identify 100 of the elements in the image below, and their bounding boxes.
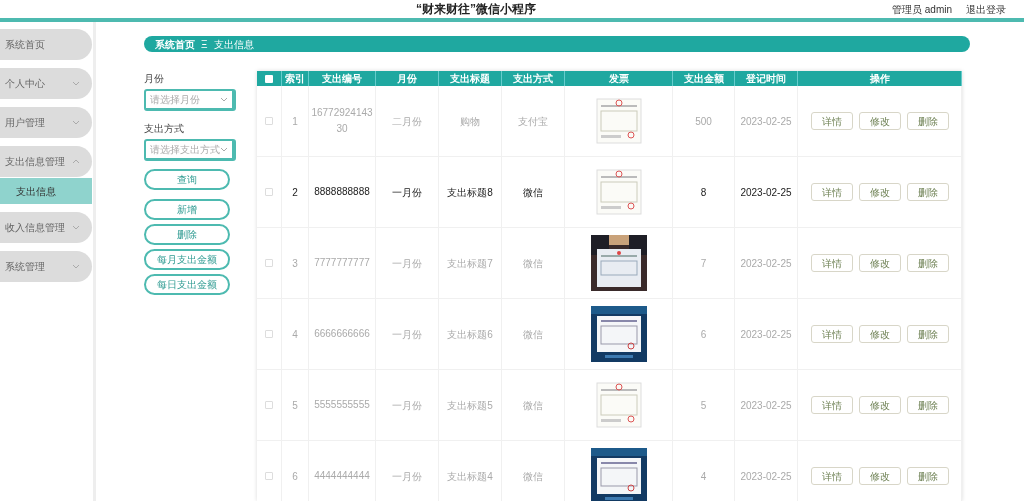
- table-cell-text: 7777777777: [314, 256, 370, 271]
- row-action-button[interactable]: 修改: [858, 183, 901, 202]
- table-cell-text: 2023-02-25: [740, 327, 792, 342]
- table-cell-text: 2023-02-25: [740, 114, 792, 129]
- sidebar-item[interactable]: 系统首页: [0, 29, 92, 60]
- table-cell-text: 6: [292, 469, 298, 484]
- column-header: 支出方式: [502, 71, 565, 87]
- row-action-button[interactable]: 删除: [906, 396, 949, 415]
- chevron-up-icon: [72, 159, 80, 164]
- column-header: 操作: [798, 71, 962, 87]
- row-action-button[interactable]: 详情: [810, 112, 853, 131]
- filter-label: 月份: [144, 72, 165, 87]
- table-cell-text: 2: [292, 185, 298, 200]
- table-cell-text: 一月份: [392, 185, 422, 200]
- row-action-button[interactable]: 详情: [810, 396, 853, 415]
- row-action-button[interactable]: 详情: [810, 183, 853, 202]
- row-action-button[interactable]: 修改: [858, 467, 901, 486]
- row-action-button[interactable]: 删除: [906, 183, 949, 202]
- column-header: 支出金额: [673, 71, 735, 87]
- chevron-down-icon: [72, 120, 80, 125]
- logout-link[interactable]: 退出登录: [966, 1, 1006, 17]
- action-button[interactable]: 删除: [144, 224, 230, 246]
- column-header: 支出标题: [439, 71, 502, 87]
- sidebar-subitem[interactable]: 支出信息: [0, 178, 92, 204]
- sidebar-item[interactable]: 用户管理: [0, 107, 92, 138]
- admin-label: 管理员 admin: [892, 2, 952, 17]
- row-checkbox[interactable]: [265, 472, 273, 481]
- table-cell-text: 2023-02-25: [740, 398, 792, 413]
- sidebar-item[interactable]: 支出信息管理: [0, 146, 92, 177]
- table-cell-text: 7: [700, 256, 707, 271]
- table-cell-text: 2023-02-25: [740, 185, 792, 200]
- row-action-button[interactable]: 删除: [906, 112, 949, 131]
- chevron-down-icon: [220, 97, 228, 103]
- row-action-button[interactable]: 修改: [858, 254, 901, 273]
- table-cell-text: 微信: [523, 469, 543, 484]
- filter-label: 支出方式: [144, 122, 185, 137]
- row-action-button[interactable]: 详情: [810, 467, 853, 486]
- table-cell-text: 微信: [523, 256, 543, 271]
- row-action-button[interactable]: 删除: [906, 467, 949, 486]
- table-cell-text: 支出标题4: [447, 469, 493, 484]
- row-action-button[interactable]: 修改: [858, 112, 901, 131]
- column-header: 登记时间: [735, 71, 798, 87]
- app-title: “财来财往”微信小程序: [416, 1, 536, 18]
- row-checkbox[interactable]: [265, 401, 273, 410]
- table-cell-text: 2023-02-25: [740, 256, 792, 271]
- row-action-button[interactable]: 删除: [906, 254, 949, 273]
- row-action-button[interactable]: 修改: [858, 396, 901, 415]
- table-cell-text: 支付宝: [518, 114, 548, 129]
- column-header: 发票: [565, 71, 673, 87]
- table-cell-text: 4444444444: [314, 469, 370, 484]
- table-cell-text: 4: [292, 327, 298, 342]
- action-button[interactable]: 新增: [144, 199, 230, 221]
- select-field[interactable]: 请选择月份: [144, 89, 236, 112]
- sidebar-item[interactable]: 收入信息管理: [0, 212, 92, 243]
- table-cell-text: 1677292414330: [311, 106, 373, 137]
- table-cell-text: 500: [695, 114, 712, 129]
- table-cell-text: 支出标题8: [447, 185, 493, 200]
- table-cell-text: 8888888888: [314, 185, 370, 200]
- chevron-down-icon: [72, 81, 80, 86]
- table-cell-text: 4: [700, 469, 707, 484]
- chevron-down-icon: [72, 264, 80, 269]
- table-cell-text: 购物: [460, 114, 480, 129]
- row-checkbox[interactable]: [265, 330, 273, 339]
- row-checkbox[interactable]: [265, 117, 273, 126]
- row-action-button[interactable]: 修改: [858, 325, 901, 344]
- table-cell-text: 5: [292, 398, 298, 413]
- breadcrumb-current: 支出信息: [213, 37, 254, 52]
- table-cell-text: 支出标题6: [447, 327, 493, 342]
- home-link[interactable]: 系统首页: [155, 36, 195, 52]
- sidebar-item[interactable]: 系统管理: [0, 251, 92, 282]
- column-header: 索引: [282, 71, 309, 87]
- table-cell-text: 3: [292, 256, 298, 271]
- table-cell-text: 微信: [523, 398, 543, 413]
- table-cell-text: 微信: [523, 185, 543, 200]
- chevron-down-icon: [72, 225, 80, 230]
- column-header: 月份: [376, 71, 439, 87]
- action-button[interactable]: 查询: [144, 169, 230, 191]
- table-cell-text: 8: [700, 185, 707, 200]
- row-checkbox[interactable]: [265, 259, 273, 268]
- table-cell-text: 6666666666: [314, 327, 370, 342]
- table-cell-text: 微信: [523, 327, 543, 342]
- select-field[interactable]: 请选择支出方式: [144, 139, 236, 162]
- table-cell-text: 5555555555: [314, 398, 370, 413]
- row-action-button[interactable]: 详情: [810, 254, 853, 273]
- select-all-checkbox[interactable]: [265, 74, 273, 83]
- table-cell-text: 5: [700, 398, 707, 413]
- table-cell-text: 支出标题7: [447, 256, 493, 271]
- row-action-button[interactable]: 详情: [810, 325, 853, 344]
- chevron-down-icon: [220, 147, 228, 153]
- table-cell-text: 6: [700, 327, 707, 342]
- breadcrumb-separator: Ξ: [201, 37, 208, 52]
- table-cell-text: 支出标题5: [447, 398, 493, 413]
- action-button[interactable]: 每日支出金额: [144, 274, 230, 296]
- table-cell-text: 1: [292, 114, 298, 129]
- action-button[interactable]: 每月支出金额: [144, 249, 230, 271]
- column-header: 支出编号: [309, 71, 376, 87]
- row-checkbox[interactable]: [265, 188, 273, 197]
- row-action-button[interactable]: 删除: [906, 325, 949, 344]
- table-cell-text: 2023-02-25: [740, 469, 792, 484]
- sidebar-item[interactable]: 个人中心: [0, 68, 92, 99]
